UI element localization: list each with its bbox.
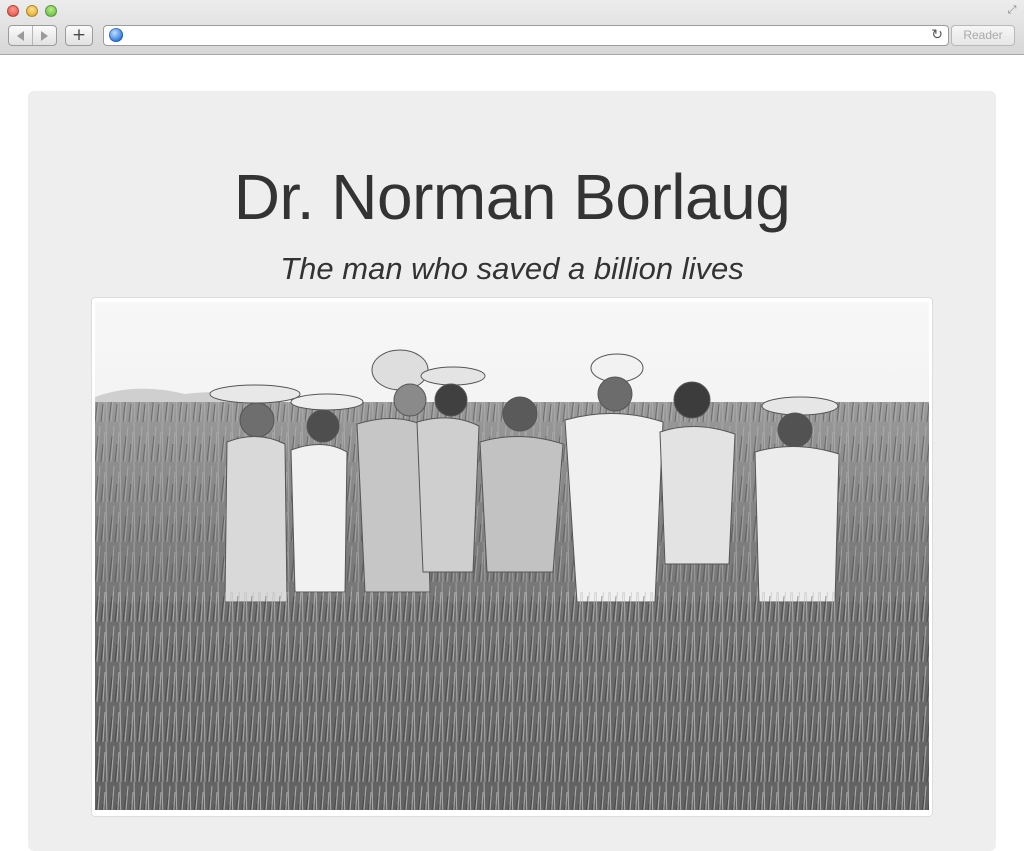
page-title: Dr. Norman Borlaug <box>233 161 791 233</box>
close-window-button[interactable] <box>7 5 19 17</box>
plus-icon: + <box>71 25 87 45</box>
forward-arrow-icon <box>41 30 48 41</box>
photo-illustration <box>95 302 929 810</box>
window-controls <box>7 5 57 17</box>
reader-button[interactable]: Reader <box>951 25 1015 46</box>
reload-icon[interactable]: ↻ <box>931 26 943 45</box>
history-nav <box>8 25 57 46</box>
new-tab-button[interactable]: + <box>65 25 93 46</box>
fullscreen-icon[interactable]: ⤢ <box>1006 4 1018 16</box>
forward-button[interactable] <box>32 26 56 45</box>
back-button[interactable] <box>9 26 32 45</box>
minimize-window-button[interactable] <box>26 5 38 17</box>
address-bar[interactable]: ↻ <box>103 25 949 46</box>
globe-icon <box>109 28 123 42</box>
page-subtitle: The man who saved a billion lives <box>280 251 744 286</box>
zoom-window-button[interactable] <box>45 5 57 17</box>
browser-toolbar: ⤢ + ↻ Reader <box>0 0 1024 55</box>
borlaug-field-photo <box>95 302 929 810</box>
back-arrow-icon <box>17 30 24 41</box>
